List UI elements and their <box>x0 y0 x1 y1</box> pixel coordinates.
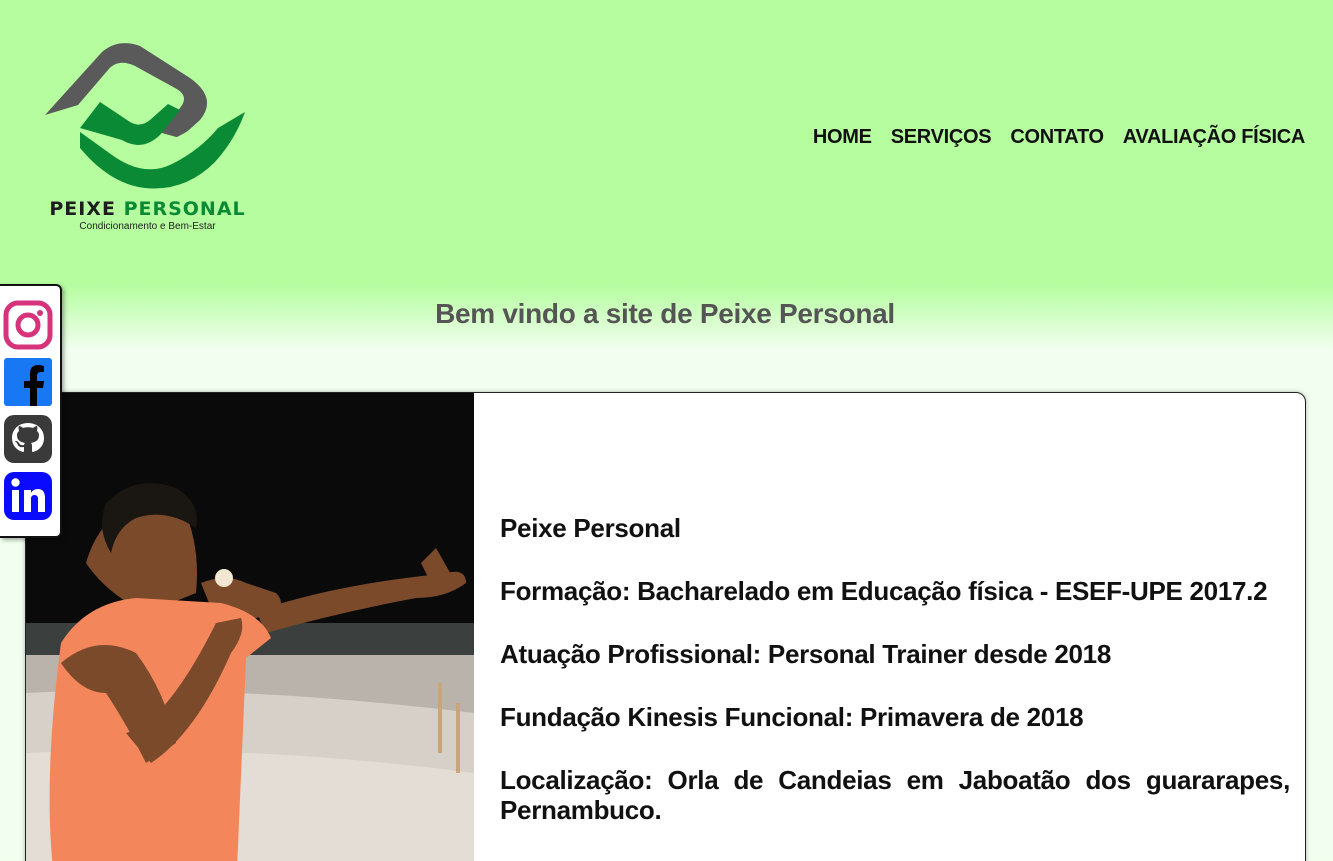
logo-wordmark: PEIXE PERSONAL <box>49 198 246 220</box>
facebook-icon[interactable] <box>3 357 53 407</box>
peixe-personal-logo[interactable]: PEIXE PERSONAL Condicionamento e Bem-Est… <box>40 40 255 240</box>
nav-contato[interactable]: CONTATO <box>1010 126 1104 149</box>
logo-tagline: Condicionamento e Bem-Estar <box>79 221 216 232</box>
nav-avaliacao-fisica[interactable]: AVALIAÇÃO FÍSICA <box>1123 126 1306 149</box>
trainer-photo <box>26 393 474 861</box>
profile-atuacao: Atuação Profissional: Personal Trainer d… <box>500 639 1111 669</box>
profile-info: Peixe Personal Formação: Bacharelado em … <box>500 513 1290 858</box>
profile-formacao: Formação: Bacharelado em Educação física… <box>500 576 1268 606</box>
github-icon[interactable] <box>3 414 53 464</box>
nav-servicos[interactable]: SERVIÇOS <box>891 126 992 149</box>
instagram-icon[interactable] <box>3 300 53 350</box>
linkedin-icon[interactable] <box>3 471 53 521</box>
site-header: PEIXE PERSONAL Condicionamento e Bem-Est… <box>0 0 1333 280</box>
profile-name: Peixe Personal <box>500 513 681 543</box>
profile-localizacao: Localização: Orla de Candeias em Jaboatã… <box>500 765 1290 825</box>
profile-card: Peixe Personal Formação: Bacharelado em … <box>25 392 1306 861</box>
logo-mark-icon <box>45 43 245 189</box>
social-sidebar <box>0 284 62 538</box>
nav-home[interactable]: HOME <box>813 126 872 149</box>
main-nav: HOME SERVIÇOS CONTATO AVALIAÇÃO FÍSICA <box>813 126 1305 149</box>
profile-fundacao: Fundação Kinesis Funcional: Primavera de… <box>500 702 1084 732</box>
welcome-title: Bem vindo a site de Peixe Personal <box>435 298 895 329</box>
